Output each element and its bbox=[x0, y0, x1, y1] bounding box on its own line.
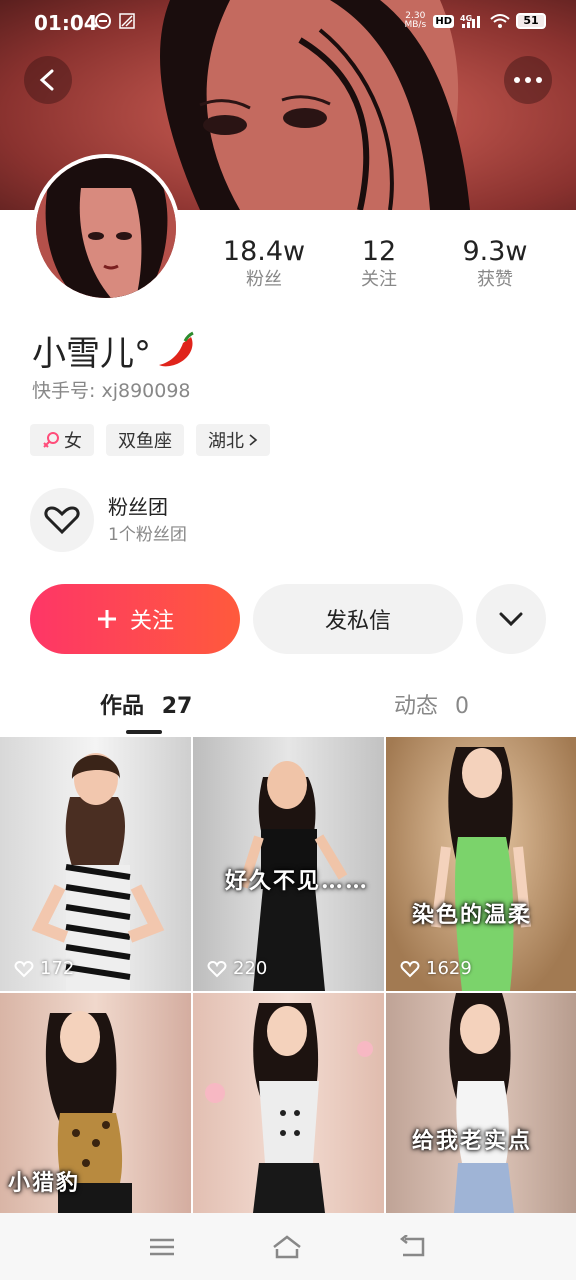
video-caption: 好久不见…… bbox=[225, 868, 370, 894]
tag-location-label: 湖北 bbox=[208, 431, 244, 452]
tab-active-indicator bbox=[126, 730, 162, 734]
stat-fans[interactable]: 18.4w 粉丝 bbox=[204, 236, 324, 292]
video-figure bbox=[205, 1003, 373, 1213]
tab-works-label: 作品 bbox=[100, 694, 145, 719]
profile-tags: 女 双鱼座 湖北 bbox=[30, 424, 270, 456]
kuaishou-id-value: xj890098 bbox=[101, 380, 191, 402]
back-button[interactable] bbox=[24, 56, 72, 104]
video-likes-count: 1629 bbox=[426, 958, 472, 979]
username-text: 小雪儿° bbox=[32, 334, 151, 374]
fan-club-subtitle: 1个粉丝团 bbox=[108, 525, 187, 545]
follow-button[interactable]: 关注 bbox=[30, 584, 240, 654]
fan-club[interactable]: 粉丝团 1个粉丝团 bbox=[30, 488, 187, 552]
stat-following-value: 12 bbox=[361, 236, 397, 267]
video-figure bbox=[31, 753, 165, 991]
cellular-signal-icon: 4G bbox=[460, 14, 480, 28]
stat-following[interactable]: 12 关注 bbox=[319, 236, 439, 292]
system-nav-bar bbox=[0, 1213, 576, 1280]
heart-icon bbox=[400, 960, 420, 977]
plus-icon bbox=[97, 610, 116, 628]
video-caption: 给我老实点 bbox=[412, 1128, 533, 1154]
status-left-icons bbox=[94, 12, 136, 30]
home-icon[interactable] bbox=[272, 1234, 302, 1259]
tab-works-count: 27 bbox=[161, 694, 193, 719]
stat-likes[interactable]: 9.3w 获赞 bbox=[435, 236, 555, 292]
tab-dynamic-label: 动态 bbox=[394, 694, 439, 719]
video-thumbnail[interactable] bbox=[193, 993, 384, 1213]
net-speed-unit: MB/s bbox=[404, 20, 427, 30]
chili-pepper-icon bbox=[159, 331, 194, 366]
kuaishou-id-label: 快手号: bbox=[32, 380, 96, 402]
stat-fans-value: 18.4w bbox=[222, 236, 306, 267]
female-icon bbox=[43, 432, 59, 448]
tag-gender-label: 女 bbox=[64, 431, 82, 452]
expand-button[interactable] bbox=[476, 584, 546, 654]
video-figure bbox=[431, 747, 531, 991]
video-likes: 220 bbox=[207, 958, 267, 979]
dnd-icon bbox=[95, 13, 111, 29]
avatar[interactable] bbox=[32, 154, 180, 302]
video-likes-count: 220 bbox=[233, 958, 268, 979]
heart-outline-icon bbox=[44, 506, 80, 534]
video-thumbnail[interactable]: 好久不见…… 220 bbox=[193, 737, 384, 991]
stat-following-label: 关注 bbox=[361, 269, 397, 290]
video-likes: 172 bbox=[14, 958, 74, 979]
video-thumbnail[interactable]: 小猎豹 bbox=[0, 993, 191, 1213]
tag-zodiac-label: 双鱼座 bbox=[118, 431, 172, 452]
fan-club-icon bbox=[30, 488, 94, 552]
heart-icon bbox=[14, 960, 34, 977]
fan-club-title: 粉丝团 bbox=[108, 495, 168, 519]
stat-likes-value: 9.3w bbox=[462, 236, 528, 267]
video-caption: 小猎豹 bbox=[8, 1170, 81, 1196]
kuaishou-id: 快手号: xj890098 bbox=[32, 376, 191, 403]
battery-icon: 51 bbox=[516, 13, 546, 29]
video-thumbnail[interactable]: 染色的温柔 1629 bbox=[386, 737, 576, 991]
net-speed: 2.30 MB/s bbox=[403, 12, 427, 30]
tag-gender: 女 bbox=[30, 424, 94, 456]
tag-zodiac: 双鱼座 bbox=[106, 424, 184, 456]
tab-works[interactable]: 作品 27 bbox=[100, 688, 192, 720]
status-time: 01:04 bbox=[34, 11, 98, 35]
stat-likes-label: 获赞 bbox=[477, 269, 513, 290]
video-likes-count: 172 bbox=[40, 958, 75, 979]
video-figure bbox=[449, 993, 514, 1213]
message-button[interactable]: 发私信 bbox=[253, 584, 463, 654]
avatar-illustration bbox=[36, 158, 176, 298]
tag-location[interactable]: 湖北 bbox=[196, 424, 270, 456]
stat-fans-label: 粉丝 bbox=[246, 269, 282, 290]
more-options-button[interactable] bbox=[504, 56, 552, 104]
chevron-left-icon bbox=[39, 69, 54, 91]
wifi-icon bbox=[490, 14, 510, 28]
back-nav-icon[interactable] bbox=[399, 1234, 427, 1259]
heart-icon bbox=[207, 960, 227, 977]
menu-icon[interactable] bbox=[149, 1237, 175, 1257]
video-caption: 染色的温柔 bbox=[412, 902, 533, 928]
chevron-down-icon bbox=[499, 612, 523, 626]
tab-dynamic-count: 0 bbox=[455, 694, 470, 719]
fan-club-text: 粉丝团 1个粉丝团 bbox=[108, 492, 187, 548]
svg-text:4G: 4G bbox=[460, 14, 472, 23]
app-notification-icon bbox=[119, 13, 135, 29]
more-dots-icon bbox=[514, 77, 542, 83]
message-button-label: 发私信 bbox=[324, 609, 391, 634]
chevron-right-icon bbox=[249, 434, 258, 446]
tab-dynamic[interactable]: 动态 0 bbox=[394, 688, 469, 720]
status-right-icons: 2.30 MB/s HD 4G 51 bbox=[403, 12, 546, 30]
username: 小雪儿° bbox=[32, 326, 199, 375]
hd-badge: HD bbox=[433, 14, 454, 28]
video-thumbnail[interactable]: 给我老实点 bbox=[386, 993, 576, 1213]
video-likes: 1629 bbox=[400, 958, 472, 979]
video-grid: 172 好久不见…… 220 染色的温柔 1629 小猎豹 给我老实点 bbox=[0, 737, 576, 1213]
status-bar: 01:04 2.30 MB/s HD 4G 51 bbox=[0, 0, 576, 46]
profile-page: 01:04 2.30 MB/s HD 4G 51 18.4w 粉丝 12 关注 … bbox=[0, 0, 576, 1280]
video-thumbnail[interactable]: 172 bbox=[0, 737, 191, 991]
follow-button-label: 关注 bbox=[129, 609, 174, 634]
